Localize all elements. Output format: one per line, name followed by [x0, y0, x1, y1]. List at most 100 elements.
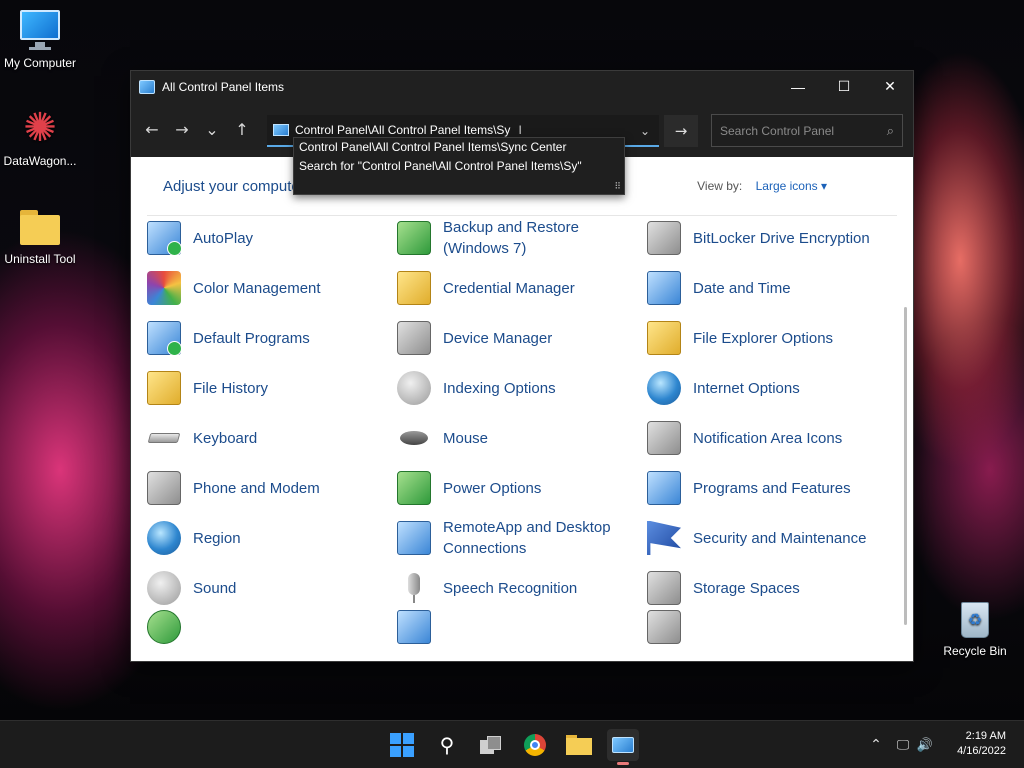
item-label: Internet Options: [693, 379, 800, 397]
address-dropdown-button[interactable]: ⌄: [631, 115, 659, 147]
item-default-programs[interactable]: Default Programs: [147, 316, 387, 360]
view-by: View by: Large icons ▾: [697, 179, 827, 193]
item-label: Region: [193, 529, 241, 547]
item-label: BitLocker Drive Encryption: [693, 229, 870, 247]
clock[interactable]: 2:19 AM 4/16/2022: [957, 729, 1006, 759]
desktop-icon-recycle-bin[interactable]: ♻ Recycle Bin: [935, 596, 1015, 658]
desktop-icon-uninstall-tool[interactable]: Uninstall Tool: [0, 204, 80, 266]
go-button[interactable]: →: [664, 115, 698, 147]
autocomplete-option[interactable]: Control Panel\All Control Panel Items\Sy…: [294, 138, 624, 157]
control-panel-taskbar-button[interactable]: [607, 729, 639, 765]
start-button[interactable]: [386, 729, 418, 761]
item-label: Credential Manager: [443, 279, 575, 297]
folder-options-icon: [647, 321, 681, 355]
item-notification-area-icons[interactable]: Notification Area Icons: [647, 416, 887, 460]
notification-icon: [647, 421, 681, 455]
item-backup-restore[interactable]: Backup and Restore (Windows 7): [397, 216, 637, 260]
monitor-icon: [18, 8, 62, 52]
datawagon-logo-icon: ✺: [23, 106, 57, 150]
minimize-button[interactable]: —: [775, 71, 821, 102]
item-security-maintenance[interactable]: Security and Maintenance: [647, 516, 887, 560]
control-panel-icon: [273, 124, 289, 136]
item-power-options[interactable]: Power Options: [397, 466, 637, 510]
item-label: Notification Area Icons: [693, 429, 843, 447]
view-by-label: View by:: [697, 179, 743, 193]
item-device-manager[interactable]: Device Manager: [397, 316, 637, 360]
task-view-icon: [480, 736, 502, 754]
partial-row-icon: [147, 610, 181, 644]
title-bar[interactable]: All Control Panel Items — ☐ ✕: [131, 71, 913, 102]
chevron-up-icon[interactable]: ⌃: [867, 737, 885, 753]
item-programs-features[interactable]: Programs and Features: [647, 466, 887, 510]
item-label: Mouse: [443, 429, 489, 447]
search-input[interactable]: [720, 123, 887, 138]
bitlocker-icon: [647, 221, 681, 255]
item-autoplay[interactable]: AutoPlay: [147, 216, 387, 260]
desktop-icon-label: My Computer: [3, 56, 77, 70]
file-explorer-button[interactable]: [563, 729, 595, 761]
network-icon[interactable]: 🖵: [891, 738, 915, 753]
forward-button[interactable]: →: [167, 115, 197, 145]
desktop-icon-label: Uninstall Tool: [4, 252, 76, 266]
control-panel-icon: [139, 79, 155, 94]
system-tray: ⌃ 🖵 🔊: [867, 721, 935, 768]
search-icon[interactable]: ⌕: [887, 123, 894, 139]
item-label: Speech Recognition: [443, 579, 578, 597]
item-internet-options[interactable]: Internet Options: [647, 366, 887, 410]
close-button[interactable]: ✕: [867, 71, 913, 102]
item-mouse[interactable]: Mouse: [397, 416, 637, 460]
item-speech-recognition[interactable]: Speech Recognition: [397, 566, 637, 610]
vertical-scrollbar[interactable]: [904, 307, 907, 625]
mouse-icon: [397, 421, 431, 455]
item-color-management[interactable]: Color Management: [147, 266, 387, 310]
item-file-explorer-options[interactable]: File Explorer Options: [647, 316, 887, 360]
volume-icon[interactable]: 🔊: [915, 738, 935, 753]
item-label: Keyboard: [193, 429, 258, 447]
color-management-icon: [147, 271, 181, 305]
item-label: Backup and Restore (Windows 7): [443, 219, 579, 257]
back-button[interactable]: ←: [137, 115, 167, 145]
item-region[interactable]: Region: [147, 516, 387, 560]
view-by-dropdown[interactable]: Large icons ▾: [756, 179, 827, 193]
file-history-icon: [147, 371, 181, 405]
item-credential-manager[interactable]: Credential Manager: [397, 266, 637, 310]
maximize-button[interactable]: ☐: [821, 71, 867, 102]
text-cursor-icon: I: [518, 123, 522, 137]
item-storage-spaces[interactable]: Storage Spaces: [647, 566, 887, 610]
task-view-button[interactable]: [475, 729, 507, 761]
globe-icon: [647, 371, 681, 405]
item-file-history[interactable]: File History: [147, 366, 387, 410]
item-sound[interactable]: Sound: [147, 566, 387, 610]
speaker-icon: [147, 571, 181, 605]
recent-locations-button[interactable]: ⌄: [197, 115, 227, 145]
phone-icon: [147, 471, 181, 505]
search-taskbar-button[interactable]: ⚲: [431, 729, 463, 761]
partial-row-icon: [647, 610, 681, 644]
storage-icon: [647, 571, 681, 605]
remoteapp-icon: [397, 521, 431, 555]
flag-icon: [647, 521, 681, 555]
item-label: Storage Spaces: [693, 579, 800, 597]
desktop-icon-datawagon[interactable]: ✺ DataWagon...: [0, 106, 80, 168]
partial-row-icon: [397, 610, 431, 644]
item-indexing-options[interactable]: Indexing Options: [397, 366, 637, 410]
up-button[interactable]: ↑: [227, 115, 257, 145]
item-remoteapp[interactable]: RemoteApp and Desktop Connections: [397, 516, 637, 560]
credential-icon: [397, 271, 431, 305]
item-phone-modem[interactable]: Phone and Modem: [147, 466, 387, 510]
item-keyboard[interactable]: Keyboard: [147, 416, 387, 460]
window-title: All Control Panel Items: [162, 79, 285, 94]
item-label: Color Management: [193, 279, 321, 297]
folder-icon: [18, 204, 62, 248]
default-programs-icon: [147, 321, 182, 356]
item-label: File History: [193, 379, 269, 397]
autocomplete-option[interactable]: Search for "Control Panel\All Control Pa…: [294, 157, 624, 176]
resize-grip-icon[interactable]: ⠿: [614, 181, 621, 192]
desktop-icon-my-computer[interactable]: My Computer: [0, 8, 80, 70]
item-label: AutoPlay: [193, 229, 254, 247]
search-box[interactable]: ⌕: [711, 114, 903, 147]
item-bitlocker[interactable]: BitLocker Drive Encryption: [647, 216, 887, 260]
chrome-button[interactable]: [519, 729, 551, 761]
item-date-time[interactable]: Date and Time: [647, 266, 887, 310]
address-text: Control Panel\All Control Panel Items\Sy: [295, 123, 511, 137]
